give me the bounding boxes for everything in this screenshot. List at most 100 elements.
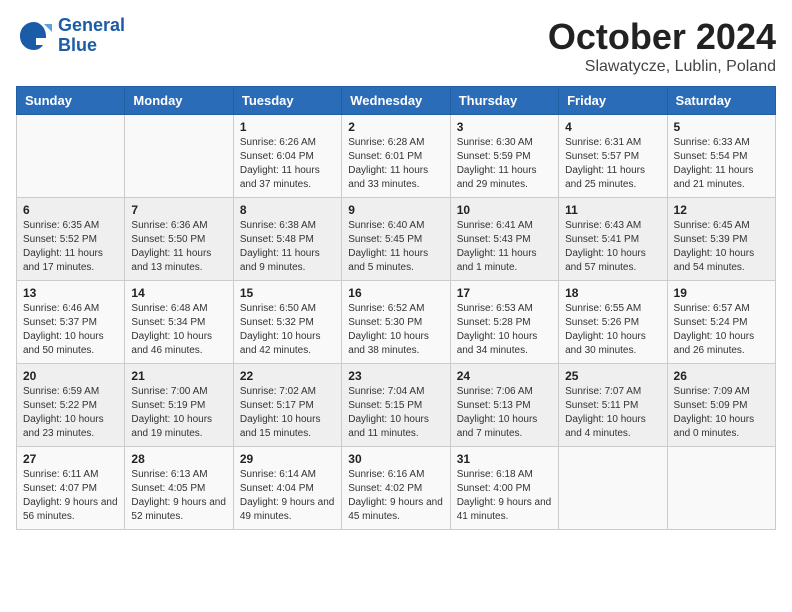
day-number: 26 [674, 369, 769, 383]
calendar-cell: 24 Sunrise: 7:06 AM Sunset: 5:13 PM Dayli… [450, 364, 558, 447]
calendar-cell: 9 Sunrise: 6:40 AM Sunset: 5:45 PM Daylig… [342, 198, 450, 281]
day-number: 24 [457, 369, 552, 383]
calendar-cell: 13 Sunrise: 6:46 AM Sunset: 5:37 PM Dayli… [17, 281, 125, 364]
day-number: 17 [457, 286, 552, 300]
main-title: October 2024 [548, 16, 776, 58]
day-number: 21 [131, 369, 226, 383]
day-content: Sunrise: 7:09 AM Sunset: 5:09 PM Dayligh… [674, 385, 769, 441]
day-header-sunday: Sunday [17, 87, 125, 115]
calendar-cell: 17 Sunrise: 6:53 AM Sunset: 5:28 PM Dayli… [450, 281, 558, 364]
calendar-table: SundayMondayTuesdayWednesdayThursdayFrid… [16, 86, 776, 530]
day-header-wednesday: Wednesday [342, 87, 450, 115]
day-content: Sunrise: 7:02 AM Sunset: 5:17 PM Dayligh… [240, 385, 335, 441]
day-content: Sunrise: 6:18 AM Sunset: 4:00 PM Dayligh… [457, 468, 552, 524]
calendar-cell: 27 Sunrise: 6:11 AM Sunset: 4:07 PM Dayli… [17, 447, 125, 530]
subtitle: Slawatycze, Lublin, Poland [548, 58, 776, 76]
logo: General Blue [16, 16, 125, 56]
calendar-cell: 26 Sunrise: 7:09 AM Sunset: 5:09 PM Dayli… [667, 364, 775, 447]
calendar-cell [17, 115, 125, 198]
day-number: 22 [240, 369, 335, 383]
day-content: Sunrise: 6:35 AM Sunset: 5:52 PM Dayligh… [23, 219, 118, 275]
day-content: Sunrise: 7:07 AM Sunset: 5:11 PM Dayligh… [565, 385, 660, 441]
day-content: Sunrise: 6:45 AM Sunset: 5:39 PM Dayligh… [674, 219, 769, 275]
day-content: Sunrise: 6:46 AM Sunset: 5:37 PM Dayligh… [23, 302, 118, 358]
day-content: Sunrise: 6:33 AM Sunset: 5:54 PM Dayligh… [674, 136, 769, 192]
day-header-friday: Friday [559, 87, 667, 115]
day-header-tuesday: Tuesday [233, 87, 341, 115]
day-number: 25 [565, 369, 660, 383]
logo-line1: General [58, 16, 125, 36]
day-number: 13 [23, 286, 118, 300]
day-number: 28 [131, 452, 226, 466]
day-number: 7 [131, 203, 226, 217]
week-row-2: 6Sunrise: 6:35 AM Sunset: 5:52 PM Daylig… [17, 198, 776, 281]
day-number: 2 [348, 120, 443, 134]
day-content: Sunrise: 6:53 AM Sunset: 5:28 PM Dayligh… [457, 302, 552, 358]
day-number: 8 [240, 203, 335, 217]
day-number: 11 [565, 203, 660, 217]
calendar-cell: 1 Sunrise: 6:26 AM Sunset: 6:04 PM Daylig… [233, 115, 341, 198]
week-row-4: 20Sunrise: 6:59 AM Sunset: 5:22 PM Dayli… [17, 364, 776, 447]
calendar-cell [667, 447, 775, 530]
day-content: Sunrise: 6:57 AM Sunset: 5:24 PM Dayligh… [674, 302, 769, 358]
day-number: 1 [240, 120, 335, 134]
calendar-cell: 25 Sunrise: 7:07 AM Sunset: 5:11 PM Dayli… [559, 364, 667, 447]
calendar-cell: 5 Sunrise: 6:33 AM Sunset: 5:54 PM Daylig… [667, 115, 775, 198]
day-content: Sunrise: 6:55 AM Sunset: 5:26 PM Dayligh… [565, 302, 660, 358]
calendar-cell [559, 447, 667, 530]
calendar-cell: 30Sunrise: 6:16 AM Sunset: 4:02 PM Dayli… [342, 447, 450, 530]
day-content: Sunrise: 6:40 AM Sunset: 5:45 PM Dayligh… [348, 219, 443, 275]
day-content: Sunrise: 6:14 AM Sunset: 4:04 PM Dayligh… [240, 468, 335, 524]
day-content: Sunrise: 6:31 AM Sunset: 5:57 PM Dayligh… [565, 136, 660, 192]
day-number: 18 [565, 286, 660, 300]
week-row-3: 13 Sunrise: 6:46 AM Sunset: 5:37 PM Dayli… [17, 281, 776, 364]
calendar-cell: 6Sunrise: 6:35 AM Sunset: 5:52 PM Daylig… [17, 198, 125, 281]
calendar-cell: 20Sunrise: 6:59 AM Sunset: 5:22 PM Dayli… [17, 364, 125, 447]
day-number: 10 [457, 203, 552, 217]
day-content: Sunrise: 7:06 AM Sunset: 5:13 PM Dayligh… [457, 385, 552, 441]
day-number: 29 [240, 452, 335, 466]
calendar-cell: 21Sunrise: 7:00 AM Sunset: 5:19 PM Dayli… [125, 364, 233, 447]
logo-text: General Blue [58, 16, 125, 56]
calendar-cell: 28Sunrise: 6:13 AM Sunset: 4:05 PM Dayli… [125, 447, 233, 530]
week-row-5: 27 Sunrise: 6:11 AM Sunset: 4:07 PM Dayli… [17, 447, 776, 530]
calendar-cell: 16 Sunrise: 6:52 AM Sunset: 5:30 PM Dayli… [342, 281, 450, 364]
day-content: Sunrise: 7:04 AM Sunset: 5:15 PM Dayligh… [348, 385, 443, 441]
day-header-monday: Monday [125, 87, 233, 115]
day-content: Sunrise: 6:36 AM Sunset: 5:50 PM Dayligh… [131, 219, 226, 275]
calendar-cell: 23Sunrise: 7:04 AM Sunset: 5:15 PM Dayli… [342, 364, 450, 447]
logo-icon [16, 18, 52, 54]
day-header-saturday: Saturday [667, 87, 775, 115]
day-content: Sunrise: 6:11 AM Sunset: 4:07 PM Dayligh… [23, 468, 118, 524]
day-number: 27 [23, 452, 118, 466]
calendar-cell [125, 115, 233, 198]
calendar-cell: 7 Sunrise: 6:36 AM Sunset: 5:50 PM Daylig… [125, 198, 233, 281]
calendar-cell: 29 Sunrise: 6:14 AM Sunset: 4:04 PM Dayli… [233, 447, 341, 530]
days-header-row: SundayMondayTuesdayWednesdayThursdayFrid… [17, 87, 776, 115]
calendar-cell: 3Sunrise: 6:30 AM Sunset: 5:59 PM Daylig… [450, 115, 558, 198]
day-header-thursday: Thursday [450, 87, 558, 115]
day-content: Sunrise: 6:41 AM Sunset: 5:43 PM Dayligh… [457, 219, 552, 275]
day-content: Sunrise: 6:59 AM Sunset: 5:22 PM Dayligh… [23, 385, 118, 441]
day-number: 9 [348, 203, 443, 217]
day-number: 30 [348, 452, 443, 466]
week-row-1: 1 Sunrise: 6:26 AM Sunset: 6:04 PM Daylig… [17, 115, 776, 198]
day-number: 4 [565, 120, 660, 134]
header: General Blue October 2024 Slawatycze, Lu… [16, 16, 776, 76]
day-number: 3 [457, 120, 552, 134]
day-number: 16 [348, 286, 443, 300]
calendar-cell: 18 Sunrise: 6:55 AM Sunset: 5:26 PM Dayli… [559, 281, 667, 364]
calendar-cell: 15Sunrise: 6:50 AM Sunset: 5:32 PM Dayli… [233, 281, 341, 364]
day-number: 14 [131, 286, 226, 300]
calendar-cell: 22 Sunrise: 7:02 AM Sunset: 5:17 PM Dayli… [233, 364, 341, 447]
day-content: Sunrise: 6:38 AM Sunset: 5:48 PM Dayligh… [240, 219, 335, 275]
calendar-cell: 2Sunrise: 6:28 AM Sunset: 6:01 PM Daylig… [342, 115, 450, 198]
day-number: 5 [674, 120, 769, 134]
calendar-cell: 19Sunrise: 6:57 AM Sunset: 5:24 PM Dayli… [667, 281, 775, 364]
calendar-cell: 4 Sunrise: 6:31 AM Sunset: 5:57 PM Daylig… [559, 115, 667, 198]
day-content: Sunrise: 6:52 AM Sunset: 5:30 PM Dayligh… [348, 302, 443, 358]
calendar-cell: 8 Sunrise: 6:38 AM Sunset: 5:48 PM Daylig… [233, 198, 341, 281]
calendar-cell: 31Sunrise: 6:18 AM Sunset: 4:00 PM Dayli… [450, 447, 558, 530]
day-number: 15 [240, 286, 335, 300]
day-content: Sunrise: 6:26 AM Sunset: 6:04 PM Dayligh… [240, 136, 335, 192]
